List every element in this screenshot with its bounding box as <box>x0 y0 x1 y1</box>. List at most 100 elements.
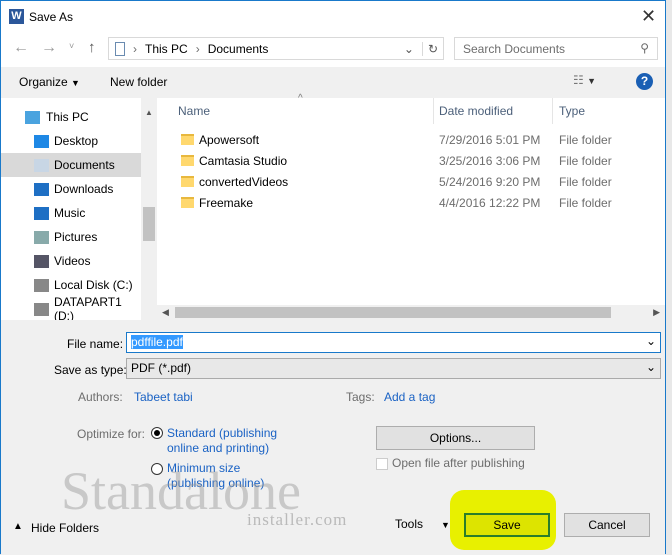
desktop-icon <box>34 135 49 148</box>
search-icon: ⚲ <box>640 41 649 55</box>
search-input[interactable]: Search Documents ⚲ <box>454 37 658 60</box>
forward-icon[interactable]: → <box>41 39 57 57</box>
close-icon[interactable]: ✕ <box>641 6 656 27</box>
tags-value[interactable]: Add a tag <box>384 390 435 404</box>
open-after-label: Open file after publishing <box>392 456 525 470</box>
sidebar-item[interactable]: DATAPART1 (D:) <box>1 295 141 323</box>
file-name: Camtasia Studio <box>199 153 288 168</box>
file-type: File folder <box>559 132 612 147</box>
caret-down-icon: ▼ <box>71 78 80 88</box>
file-name: convertedVideos <box>199 174 289 189</box>
sidebar-item[interactable]: Desktop <box>1 129 141 153</box>
radio-standard[interactable] <box>151 427 163 439</box>
help-icon[interactable]: ? <box>636 73 653 90</box>
sidebar-item[interactable]: Music <box>1 201 141 225</box>
sidebar-item-label: Pictures <box>54 230 98 244</box>
videos-icon <box>34 255 49 268</box>
save-as-type-label: Save as type: <box>54 363 127 377</box>
scroll-left-icon: ◀ <box>162 307 169 317</box>
watermark-url: installer.com <box>247 510 348 529</box>
breadcrumb-this-pc[interactable]: This PC <box>145 42 188 56</box>
scroll-right-icon: ▶ <box>653 307 660 317</box>
pictures-icon <box>34 231 49 244</box>
tools-label: Tools <box>395 517 424 531</box>
view-options-icon[interactable]: ☷ ▼ <box>573 73 596 87</box>
chevron-up-icon[interactable]: ▲ <box>13 521 23 532</box>
sidebar-item-label: Downloads <box>54 182 114 196</box>
address-bar[interactable]: › This PC › Documents ⌄ ↻ <box>108 37 444 60</box>
save-button[interactable]: Save <box>464 513 550 537</box>
sidebar-item-label: This PC <box>46 110 89 124</box>
file-date: 3/25/2016 3:06 PM <box>439 153 541 168</box>
folder-icon <box>181 155 194 166</box>
sidebar-item-label: Local Disk (C:) <box>54 278 133 292</box>
file-type: File folder <box>559 153 612 168</box>
file-name-input[interactable]: pdffile.pdf ⌄ <box>126 332 661 353</box>
window-title: Save As <box>29 10 74 24</box>
drive-icon <box>34 279 49 292</box>
new-folder-button[interactable]: New folder <box>110 75 167 89</box>
computer-icon <box>25 111 40 124</box>
chevron-down-icon: ⌄ <box>645 334 656 348</box>
column-name[interactable]: Name <box>178 98 210 124</box>
file-row[interactable]: convertedVideos 5/24/2016 9:20 PM File f… <box>161 171 665 192</box>
save-options-panel: File name: pdffile.pdf ⌄ Save as type: PD… <box>1 320 665 555</box>
file-date: 5/24/2016 9:20 PM <box>439 174 541 189</box>
cancel-button[interactable]: Cancel <box>564 513 650 537</box>
file-name-value: pdffile.pdf <box>131 335 183 349</box>
sidebar-item[interactable]: Pictures <box>1 225 141 249</box>
toolbar: Organize ▼ New folder ☷ ▼ ? <box>1 67 665 98</box>
refresh-icon[interactable]: ↻ <box>421 41 443 56</box>
caret-down-icon: ▼ <box>441 520 450 530</box>
optimize-label: Optimize for: <box>77 427 146 441</box>
sidebar-item-label: Music <box>54 206 86 220</box>
open-after-checkbox[interactable] <box>376 458 388 470</box>
documents-icon <box>34 159 49 172</box>
separator-icon: › <box>195 41 200 56</box>
tags-label: Tags: <box>346 390 375 404</box>
file-row[interactable]: Camtasia Studio 3/25/2016 3:06 PM File f… <box>161 150 665 171</box>
column-type[interactable]: Type <box>559 98 585 124</box>
save-as-type-select[interactable]: PDF (*.pdf) ⌄ <box>126 358 661 379</box>
sidebar-item[interactable]: This PC <box>1 105 141 129</box>
sidebar-scroll-thumb[interactable] <box>143 207 155 241</box>
tools-button[interactable]: Tools ▼ <box>395 517 450 531</box>
file-date: 7/29/2016 5:01 PM <box>439 132 541 147</box>
sidebar-item[interactable]: Local Disk (C:) <box>1 273 141 297</box>
downloads-icon <box>34 183 49 196</box>
folder-icon <box>181 134 194 145</box>
file-row[interactable]: Freemake 4/4/2016 12:22 PM File folder <box>161 192 665 213</box>
file-name-label: File name: <box>67 337 124 351</box>
back-icon[interactable]: ← <box>13 39 29 57</box>
file-row[interactable]: Apowersoft 7/29/2016 5:01 PM File folder <box>161 129 665 150</box>
breadcrumb-documents[interactable]: Documents <box>208 42 269 56</box>
sidebar-item[interactable]: Documents <box>1 153 141 177</box>
search-placeholder: Search Documents <box>463 42 566 56</box>
scroll-up-icon: ▲ <box>145 108 153 117</box>
sidebar-item[interactable]: Videos <box>1 249 141 273</box>
column-date-modified[interactable]: Date modified <box>439 98 513 124</box>
file-type: File folder <box>559 195 612 210</box>
save-as-dialog: W Save As ✕ ← → ˅ ↑ › This PC › Document… <box>0 0 666 555</box>
save-as-type-value: PDF (*.pdf) <box>131 361 192 375</box>
options-button[interactable]: Options... <box>376 426 535 450</box>
hide-folders-button[interactable]: Hide Folders <box>31 521 99 535</box>
separator-icon: › <box>133 41 137 56</box>
option-standard[interactable]: Standard (publishing online and printing) <box>167 426 277 456</box>
folder-icon <box>181 176 194 187</box>
file-name: Freemake <box>199 195 254 210</box>
recent-chevron-icon[interactable]: ˅ <box>69 41 74 51</box>
word-icon: W <box>9 9 24 24</box>
music-icon <box>34 207 49 220</box>
scroll-thumb <box>175 307 611 318</box>
file-name: Apowersoft <box>199 132 260 147</box>
sidebar-item-label: Desktop <box>54 134 99 148</box>
organize-label: Organize <box>19 75 68 89</box>
sidebar-item-label: DATAPART1 (D:) <box>54 295 122 323</box>
sidebar-item[interactable]: Downloads <box>1 177 141 201</box>
up-icon[interactable]: ↑ <box>88 39 96 56</box>
authors-value[interactable]: Tabeet tabi <box>134 390 193 404</box>
horizontal-scrollbar[interactable]: ◀ ▶ <box>157 305 665 320</box>
chevron-down-icon[interactable]: ⌄ <box>404 42 414 56</box>
organize-button[interactable]: Organize ▼ <box>19 75 80 89</box>
